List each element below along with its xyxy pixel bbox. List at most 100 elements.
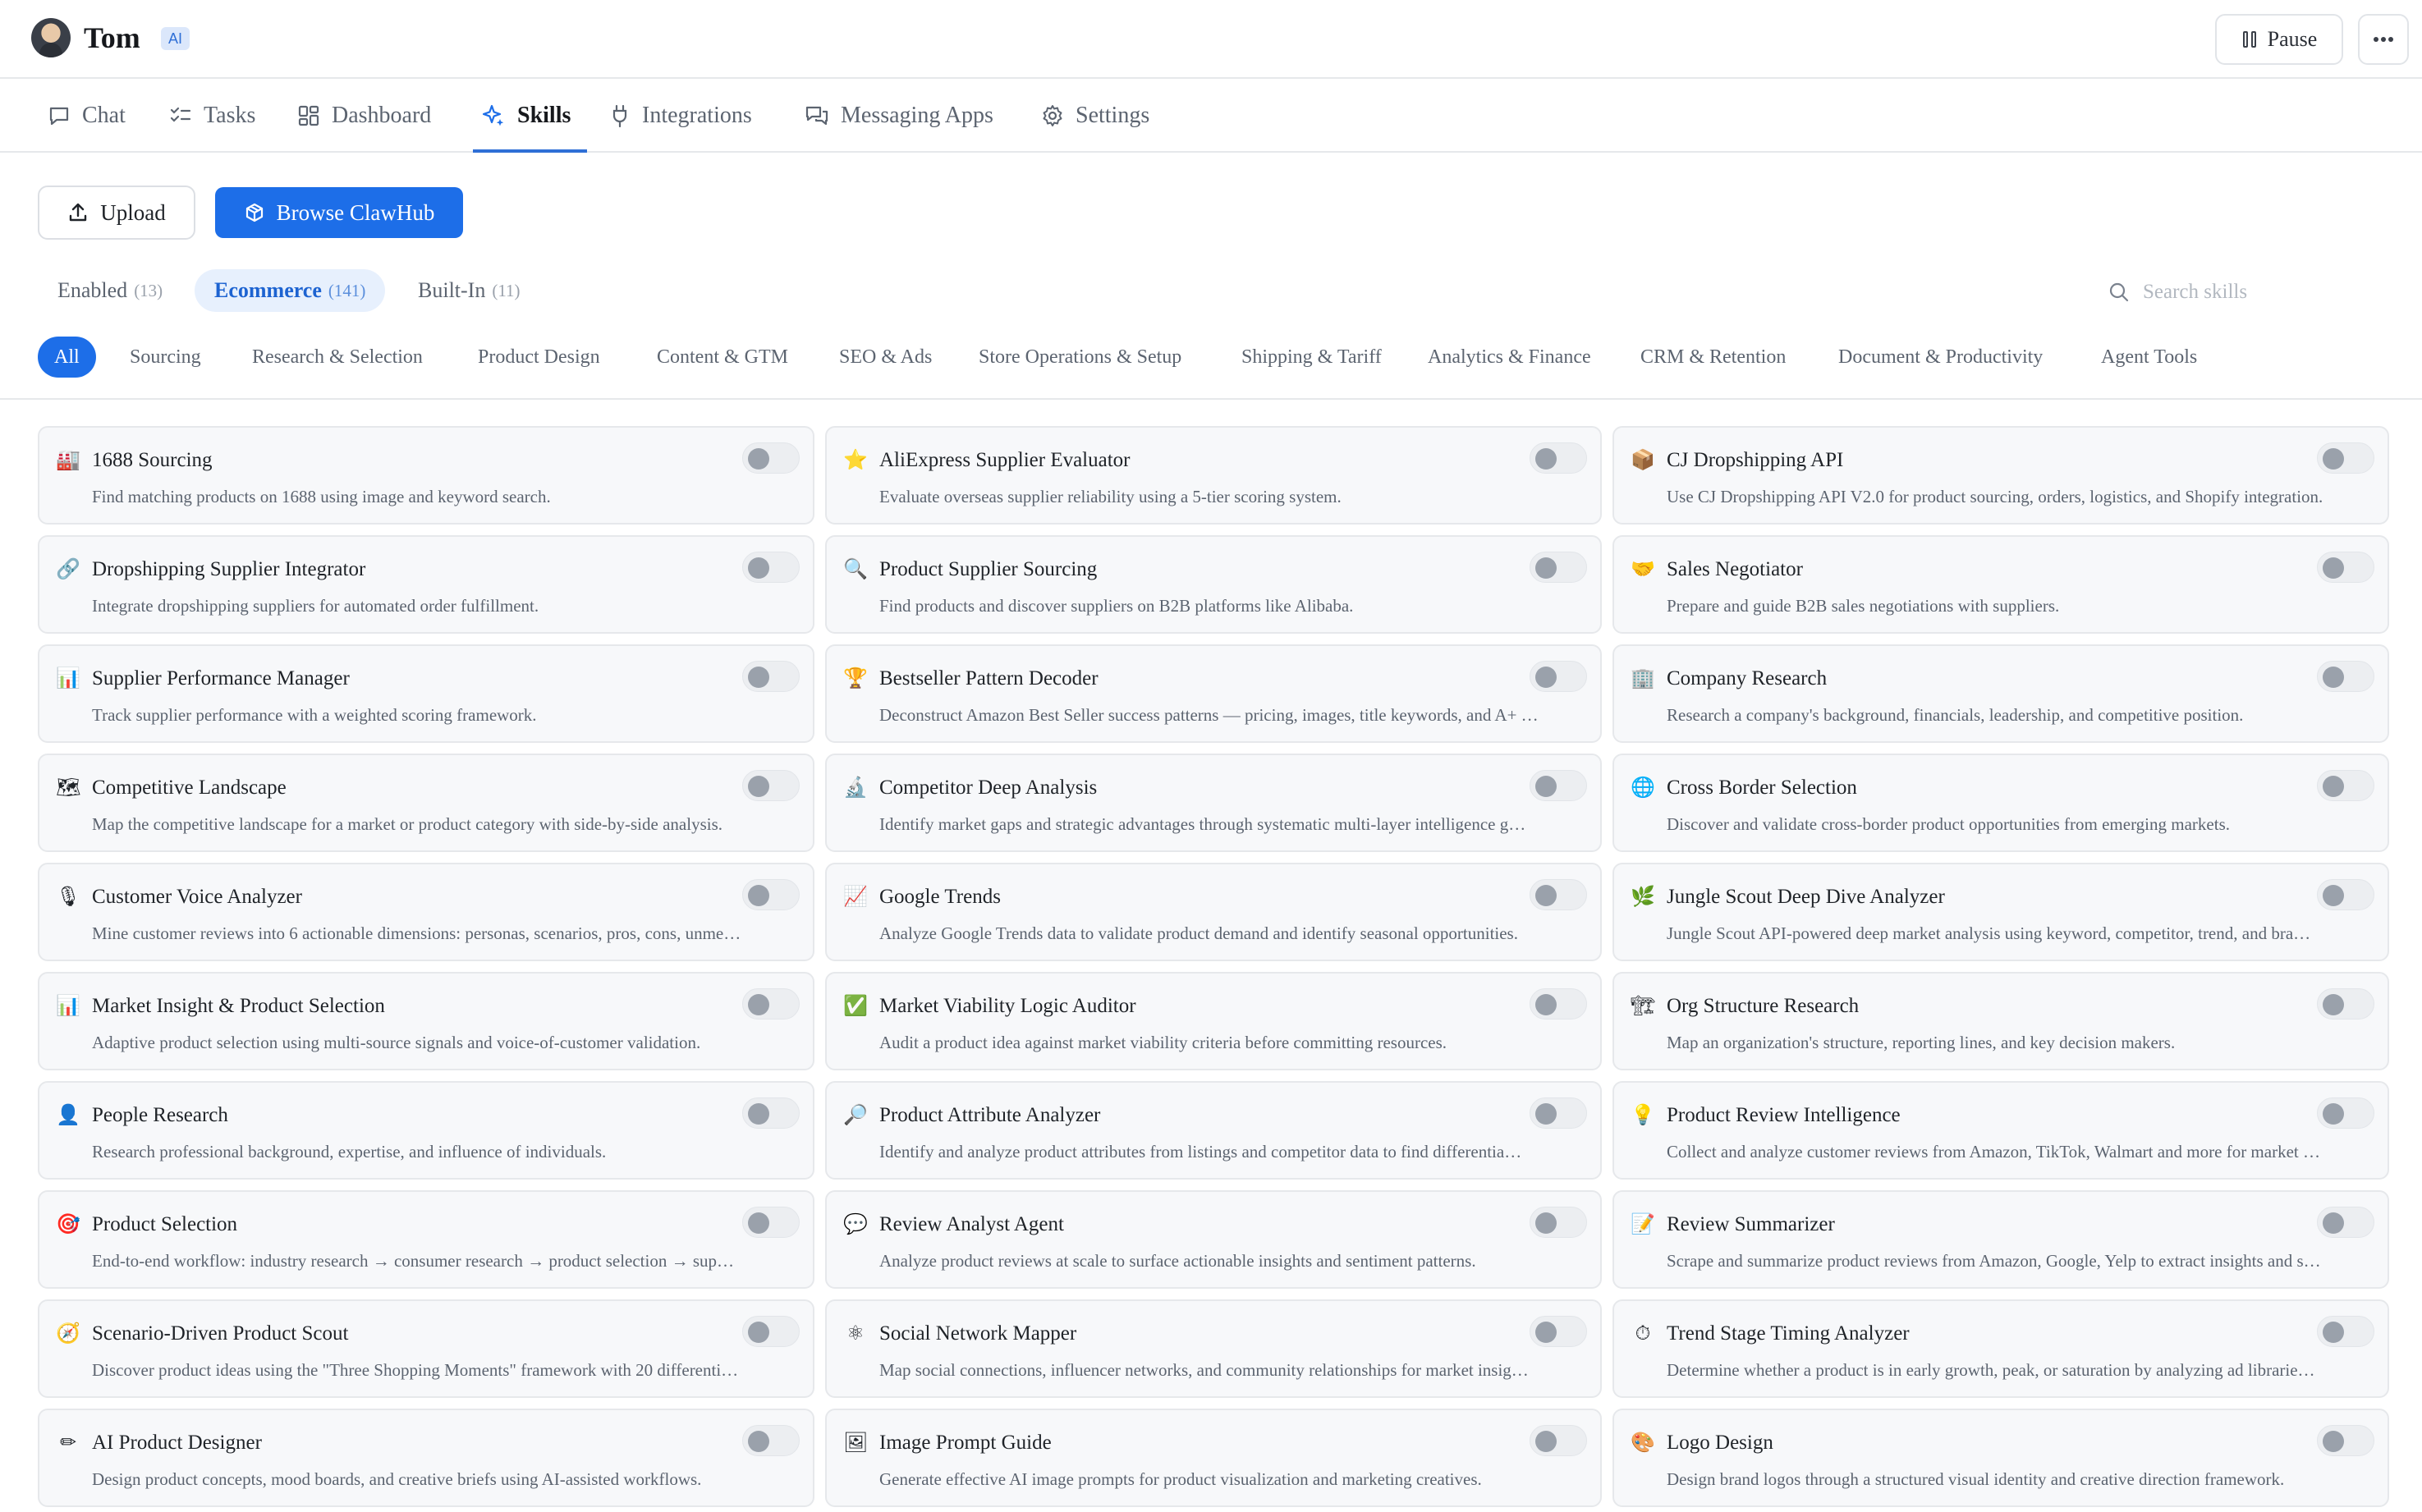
- skill-card[interactable]: ⏱ Trend Stage Timing Analyzer Determine wh…: [1612, 1299, 2389, 1398]
- skill-card[interactable]: 📊 Market Insight & Product Selection Adapt…: [38, 972, 814, 1070]
- skill-toggle[interactable]: [742, 1097, 800, 1129]
- skill-card[interactable]: 🎯 Product Selection End-to-end workflow: i…: [38, 1190, 814, 1289]
- scope-count: (13): [134, 280, 163, 300]
- skill-toggle[interactable]: [2317, 442, 2374, 474]
- skill-description: End-to-end workflow: industry research →…: [92, 1251, 735, 1271]
- skill-toggle[interactable]: [1530, 988, 1587, 1019]
- skill-toggle[interactable]: [1530, 770, 1587, 801]
- skill-toggle[interactable]: [742, 770, 800, 801]
- category-chip-all[interactable]: All: [38, 337, 96, 378]
- skill-card[interactable]: 🔎 Product Attribute Analyzer Identify and …: [825, 1081, 1602, 1180]
- skill-card[interactable]: 🏗 Org Structure Research Map an organizati…: [1612, 972, 2389, 1070]
- scope-tab-ecommerce[interactable]: Ecommerce (141): [195, 269, 386, 312]
- skill-card[interactable]: ⭐ AliExpress Supplier Evaluator Evaluate o…: [825, 426, 1602, 525]
- skill-card[interactable]: ✏ AI Product Designer Design product conce…: [38, 1409, 814, 1507]
- compass-icon: 🧭: [56, 1322, 80, 1345]
- skill-toggle[interactable]: [1530, 1207, 1587, 1238]
- category-chip-shipping-tariff[interactable]: Shipping & Tariff: [1241, 337, 1382, 378]
- upload-label: Upload: [100, 199, 166, 225]
- skill-toggle[interactable]: [1530, 552, 1587, 583]
- category-chip-product-design[interactable]: Product Design: [478, 337, 600, 378]
- skill-toggle[interactable]: [1530, 442, 1587, 474]
- category-chip-content-gtm[interactable]: Content & GTM: [657, 337, 788, 378]
- upload-button[interactable]: Upload: [38, 186, 195, 240]
- skill-card[interactable]: 💡 Product Review Intelligence Collect and …: [1612, 1081, 2389, 1180]
- skill-card[interactable]: 📊 Supplier Performance Manager Track suppl…: [38, 644, 814, 743]
- skill-toggle[interactable]: [1530, 1425, 1587, 1456]
- skill-toggle[interactable]: [742, 879, 800, 910]
- skill-toggle[interactable]: [1530, 1316, 1587, 1347]
- skill-card[interactable]: 👤 People Research Research professional ba…: [38, 1081, 814, 1180]
- skill-toggle[interactable]: [742, 988, 800, 1019]
- skill-toggle[interactable]: [742, 442, 800, 474]
- skill-toggle[interactable]: [2317, 1097, 2374, 1129]
- skill-card[interactable]: 🔬 Competitor Deep Analysis Identify market…: [825, 754, 1602, 852]
- skill-description: Design product concepts, mood boards, an…: [92, 1469, 702, 1489]
- skill-toggle[interactable]: [742, 661, 800, 692]
- skill-title: Logo Design: [1667, 1432, 1773, 1454]
- skill-toggle[interactable]: [2317, 1316, 2374, 1347]
- skill-toggle[interactable]: [2317, 1207, 2374, 1238]
- skill-toggle[interactable]: [742, 1207, 800, 1238]
- category-chip-research-selection[interactable]: Research & Selection: [252, 337, 423, 378]
- browse-clawhub-button[interactable]: Browse ClawHub: [215, 187, 463, 238]
- search-box[interactable]: [2108, 276, 2291, 309]
- skill-card[interactable]: ⚛ Social Network Mapper Map social connect…: [825, 1299, 1602, 1398]
- category-chip-sourcing[interactable]: Sourcing: [130, 337, 201, 378]
- skill-toggle[interactable]: [2317, 552, 2374, 583]
- skill-toggle[interactable]: [1530, 1097, 1587, 1129]
- skill-toggle[interactable]: [2317, 988, 2374, 1019]
- scope-label: Ecommerce: [214, 278, 322, 302]
- tab-messaging-apps[interactable]: Messaging Apps: [805, 80, 993, 151]
- scope-tab-enabled[interactable]: Enabled (13): [38, 269, 182, 312]
- skill-card[interactable]: 📝 Review Summarizer Scrape and summarize p…: [1612, 1190, 2389, 1289]
- magnifier-icon: 🔍: [843, 557, 868, 580]
- app-header: Tom AI Pause: [0, 0, 2422, 79]
- more-options-button[interactable]: [2358, 14, 2409, 65]
- skill-card[interactable]: 🌐 Cross Border Selection Discover and vali…: [1612, 754, 2389, 852]
- skill-card[interactable]: 🌿 Jungle Scout Deep Dive Analyzer Jungle S…: [1612, 863, 2389, 961]
- category-chip-analytics-finance[interactable]: Analytics & Finance: [1428, 337, 1591, 378]
- pause-button[interactable]: Pause: [2215, 14, 2343, 65]
- skill-card[interactable]: ✅ Market Viability Logic Auditor Audit a p…: [825, 972, 1602, 1070]
- skill-toggle[interactable]: [2317, 661, 2374, 692]
- skill-toggle[interactable]: [2317, 879, 2374, 910]
- more-horizontal-icon: [2374, 37, 2393, 42]
- scope-tab-built-in[interactable]: Built-In (11): [398, 269, 540, 312]
- avatar[interactable]: [31, 18, 71, 57]
- skill-toggle[interactable]: [1530, 879, 1587, 910]
- skill-card[interactable]: 🔗 Dropshipping Supplier Integrator Integra…: [38, 535, 814, 634]
- skill-card[interactable]: 🤝 Sales Negotiator Prepare and guide B2B s…: [1612, 535, 2389, 634]
- skill-card[interactable]: 🗺 Competitive Landscape Map the competitiv…: [38, 754, 814, 852]
- tab-skills[interactable]: Skills: [472, 80, 588, 153]
- search-input[interactable]: [2143, 281, 2291, 304]
- tab-dashboard[interactable]: Dashboard: [297, 80, 431, 151]
- category-chip-document-productivity[interactable]: Document & Productivity: [1838, 337, 2043, 378]
- skill-card[interactable]: 🏆 Bestseller Pattern Decoder Deconstruct A…: [825, 644, 1602, 743]
- skill-toggle[interactable]: [1530, 661, 1587, 692]
- category-chip-crm-retention[interactable]: CRM & Retention: [1640, 337, 1786, 378]
- skill-card[interactable]: 💬 Review Analyst Agent Analyze product rev…: [825, 1190, 1602, 1289]
- skill-toggle[interactable]: [2317, 1425, 2374, 1456]
- tab-integrations[interactable]: Integrations: [609, 80, 752, 151]
- skill-card[interactable]: 📦 CJ Dropshipping API Use CJ Dropshipping …: [1612, 426, 2389, 525]
- skill-card[interactable]: 📈 Google Trends Analyze Google Trends data…: [825, 863, 1602, 961]
- skill-toggle[interactable]: [742, 1425, 800, 1456]
- tab-chat[interactable]: Chat: [48, 80, 126, 151]
- skill-toggle[interactable]: [742, 552, 800, 583]
- category-chip-store-operations[interactable]: Store Operations & Setup: [979, 337, 1181, 378]
- tab-settings[interactable]: Settings: [1041, 80, 1149, 151]
- skill-card[interactable]: 🏢 Company Research Research a company's ba…: [1612, 644, 2389, 743]
- category-chip-agent-tools[interactable]: Agent Tools: [2101, 337, 2197, 378]
- skill-title: Product Attribute Analyzer: [879, 1104, 1101, 1126]
- skill-card[interactable]: 🏭 1688 Sourcing Find matching products on …: [38, 426, 814, 525]
- skill-card[interactable]: 🎙 Customer Voice Analyzer Mine customer re…: [38, 863, 814, 961]
- skill-toggle[interactable]: [742, 1316, 800, 1347]
- skill-card[interactable]: 🔍 Product Supplier Sourcing Find products …: [825, 535, 1602, 634]
- category-chip-seo-ads[interactable]: SEO & Ads: [839, 337, 932, 378]
- skill-card[interactable]: 🖼 Image Prompt Guide Generate effective AI…: [825, 1409, 1602, 1507]
- skill-toggle[interactable]: [2317, 770, 2374, 801]
- skill-card[interactable]: 🎨 Logo Design Design brand logos through a…: [1612, 1409, 2389, 1507]
- skill-card[interactable]: 🧭 Scenario-Driven Product Scout Discover p…: [38, 1299, 814, 1398]
- tab-tasks[interactable]: Tasks: [169, 80, 255, 151]
